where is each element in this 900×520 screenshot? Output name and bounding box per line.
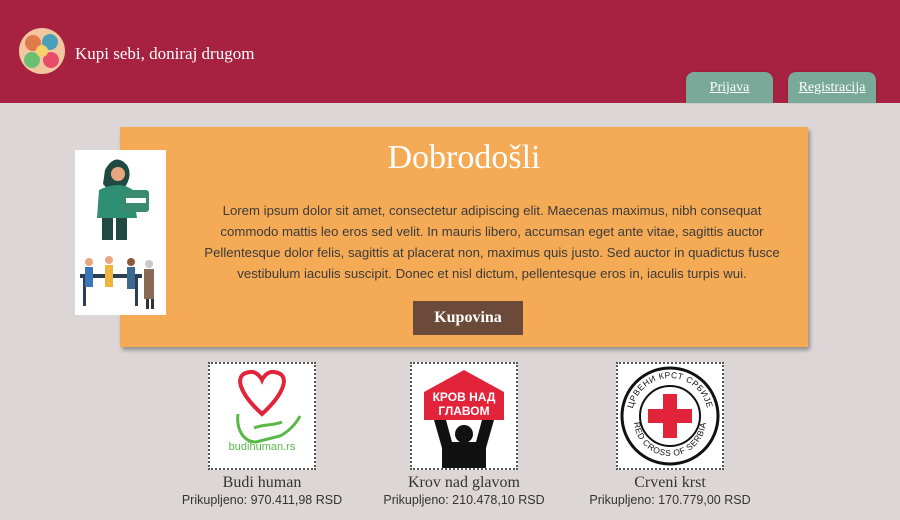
header-bar: Kupi sebi, doniraj drugom Prijava Regist… <box>0 0 900 103</box>
crveni-krst-logo[interactable]: ЦРВЕНИ КРСТ СРБИЈЕ RED CROSS OF SERBIA <box>616 362 724 470</box>
org-name: Krov nad glavom <box>408 474 520 491</box>
volunteers-image <box>75 242 166 315</box>
budi-human-logo[interactable]: budihuman.rs <box>208 362 316 470</box>
budi-human-logo-text: budihuman.rs <box>229 441 296 453</box>
donation-woman-image <box>75 150 166 242</box>
org-budi-human: budihuman.rs Budi human Prikupljeno: 970… <box>177 362 347 507</box>
org-name: Budi human <box>222 474 302 491</box>
org-name: Crveni krst <box>634 474 706 491</box>
welcome-text: Lorem ipsum dolor sit amet, consectetur … <box>204 203 780 281</box>
login-tab[interactable]: Prijava <box>686 72 773 103</box>
side-images <box>75 150 166 315</box>
house-person-icon: КРОВ НАД ГЛАВОМ <box>424 370 504 468</box>
register-tab[interactable]: Registracija <box>788 72 876 103</box>
krov-nad-glavom-logo[interactable]: КРОВ НАД ГЛАВОМ <box>410 362 518 470</box>
welcome-panel: Dobrodošli Lorem ipsum dolor sit amet, c… <box>120 127 808 347</box>
krov-logo-line2: ГЛАВОМ <box>438 404 489 418</box>
red-cross-icon: ЦРВЕНИ КРСТ СРБИЈЕ RED CROSS OF SERBIA <box>620 366 720 466</box>
org-raised-amount: Prikupljeno: 210.478,10 RSD <box>383 493 545 507</box>
heart-hand-icon: budihuman.rs <box>229 369 302 453</box>
org-raised-amount: Prikupljeno: 970.411,98 RSD <box>181 493 343 507</box>
welcome-title: Dobrodošli <box>387 139 541 176</box>
buy-button[interactable]: Kupovina <box>413 301 523 335</box>
site-logo[interactable] <box>18 25 66 77</box>
org-raised-amount: Prikupljeno: 170.779,00 RSD <box>589 493 751 507</box>
krov-logo-line1: КРОВ НАД <box>433 390 496 404</box>
site-title[interactable]: Kupi sebi, doniraj drugom <box>75 44 254 64</box>
org-crveni-krst: ЦРВЕНИ КРСТ СРБИЈЕ RED CROSS OF SERBIA C… <box>585 362 755 507</box>
org-krov-nad-glavom: КРОВ НАД ГЛАВОМ Krov nad glavom Prikuplj… <box>379 362 549 507</box>
